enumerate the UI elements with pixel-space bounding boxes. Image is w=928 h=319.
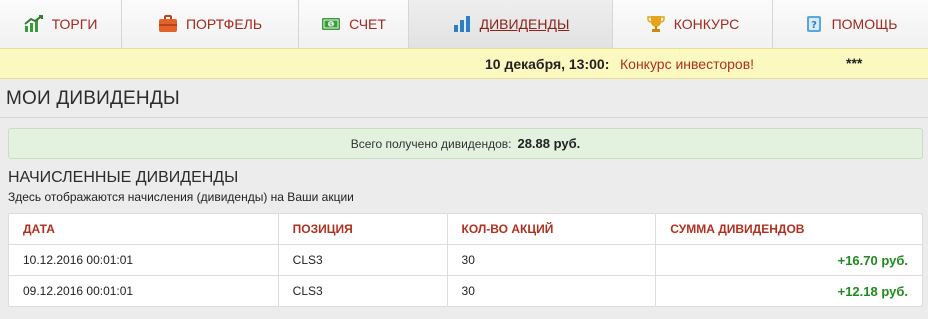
cell-position: CLS3 <box>277 244 448 276</box>
table-header-row: ДАТА ПОЗИЦИЯ КОЛ-ВО АКЦИЙ СУММА ДИВИДЕНД… <box>8 213 923 245</box>
svg-text:$: $ <box>329 22 333 29</box>
cell-dividend-sum: +12.18 руб. <box>655 275 923 307</box>
cell-dividend-sum: +16.70 руб. <box>655 244 923 276</box>
briefcase-icon <box>158 14 178 34</box>
bar-chart-icon <box>452 14 472 34</box>
page-title: МОИ ДИВИДЕНДЫ <box>6 88 180 109</box>
divider <box>0 117 928 118</box>
table-row: 09.12.2016 00:01:01 CLS3 30 +12.18 руб. <box>8 275 923 307</box>
section-description: Здесь отображаются начисления (дивиденды… <box>8 190 354 204</box>
dividends-table: ДАТА ПОЗИЦИЯ КОЛ-ВО АКЦИЙ СУММА ДИВИДЕНД… <box>8 213 923 307</box>
nav-item-trading[interactable]: ТОРГИ <box>0 0 122 48</box>
nav-item-help[interactable]: ? ПОМОЩЬ <box>773 0 928 48</box>
header-position[interactable]: ПОЗИЦИЯ <box>277 213 448 245</box>
nav-label-help: ПОМОЩЬ <box>831 16 898 32</box>
announcement-link[interactable]: Конкурс инвесторов! <box>620 56 754 72</box>
nav-item-dividends[interactable]: ДИВИДЕНДЫ <box>409 0 613 48</box>
nav-label-trading: ТОРГИ <box>51 16 98 32</box>
nav-label-account: СЧЕТ <box>349 16 386 32</box>
nav-label-portfolio: ПОРТФЕЛЬ <box>185 16 263 32</box>
section-title: НАЧИСЛЕННЫЕ ДИВИДЕНДЫ <box>8 169 239 186</box>
header-date[interactable]: ДАТА <box>8 213 279 245</box>
dividend-summary-box: Всего получено дивидендов: 28.88 руб. <box>8 128 923 159</box>
nav-item-contest[interactable]: КОНКУРС <box>613 0 773 48</box>
trophy-icon <box>646 14 666 34</box>
svg-text:?: ? <box>811 20 817 31</box>
cell-quantity: 30 <box>446 244 657 276</box>
money-icon: $ <box>321 14 341 34</box>
nav-item-account[interactable]: $ СЧЕТ <box>299 0 409 48</box>
header-quantity[interactable]: КОЛ-ВО АКЦИЙ <box>446 213 657 245</box>
table-row: 10.12.2016 00:01:01 CLS3 30 +16.70 руб. <box>8 244 923 276</box>
cell-date: 10.12.2016 00:01:01 <box>8 244 279 276</box>
top-nav: ТОРГИ ПОРТФЕЛЬ $ СЧЕТ ДИВИДЕНДЫ КОНКУРС … <box>0 0 928 48</box>
cell-quantity: 30 <box>446 275 657 307</box>
cell-date: 09.12.2016 00:01:01 <box>8 275 279 307</box>
nav-label-contest: КОНКУРС <box>673 16 740 32</box>
summary-label: Всего получено дивидендов: <box>350 136 512 151</box>
summary-value: 28.88 руб. <box>517 136 581 151</box>
cell-position: CLS3 <box>277 275 448 307</box>
header-dividend-sum[interactable]: СУММА ДИВИДЕНДОВ <box>655 213 923 245</box>
help-book-icon: ? <box>804 14 824 34</box>
nav-label-dividends: ДИВИДЕНДЫ <box>479 16 570 32</box>
announcement-stars: *** <box>846 55 863 71</box>
chart-growth-icon <box>23 14 44 34</box>
announcement-bar: 10 декабря, 13:00: Конкурс инвесторов! *… <box>0 48 928 79</box>
announcement-date: 10 декабря, 13:00: <box>485 56 610 72</box>
nav-item-portfolio[interactable]: ПОРТФЕЛЬ <box>122 0 299 48</box>
